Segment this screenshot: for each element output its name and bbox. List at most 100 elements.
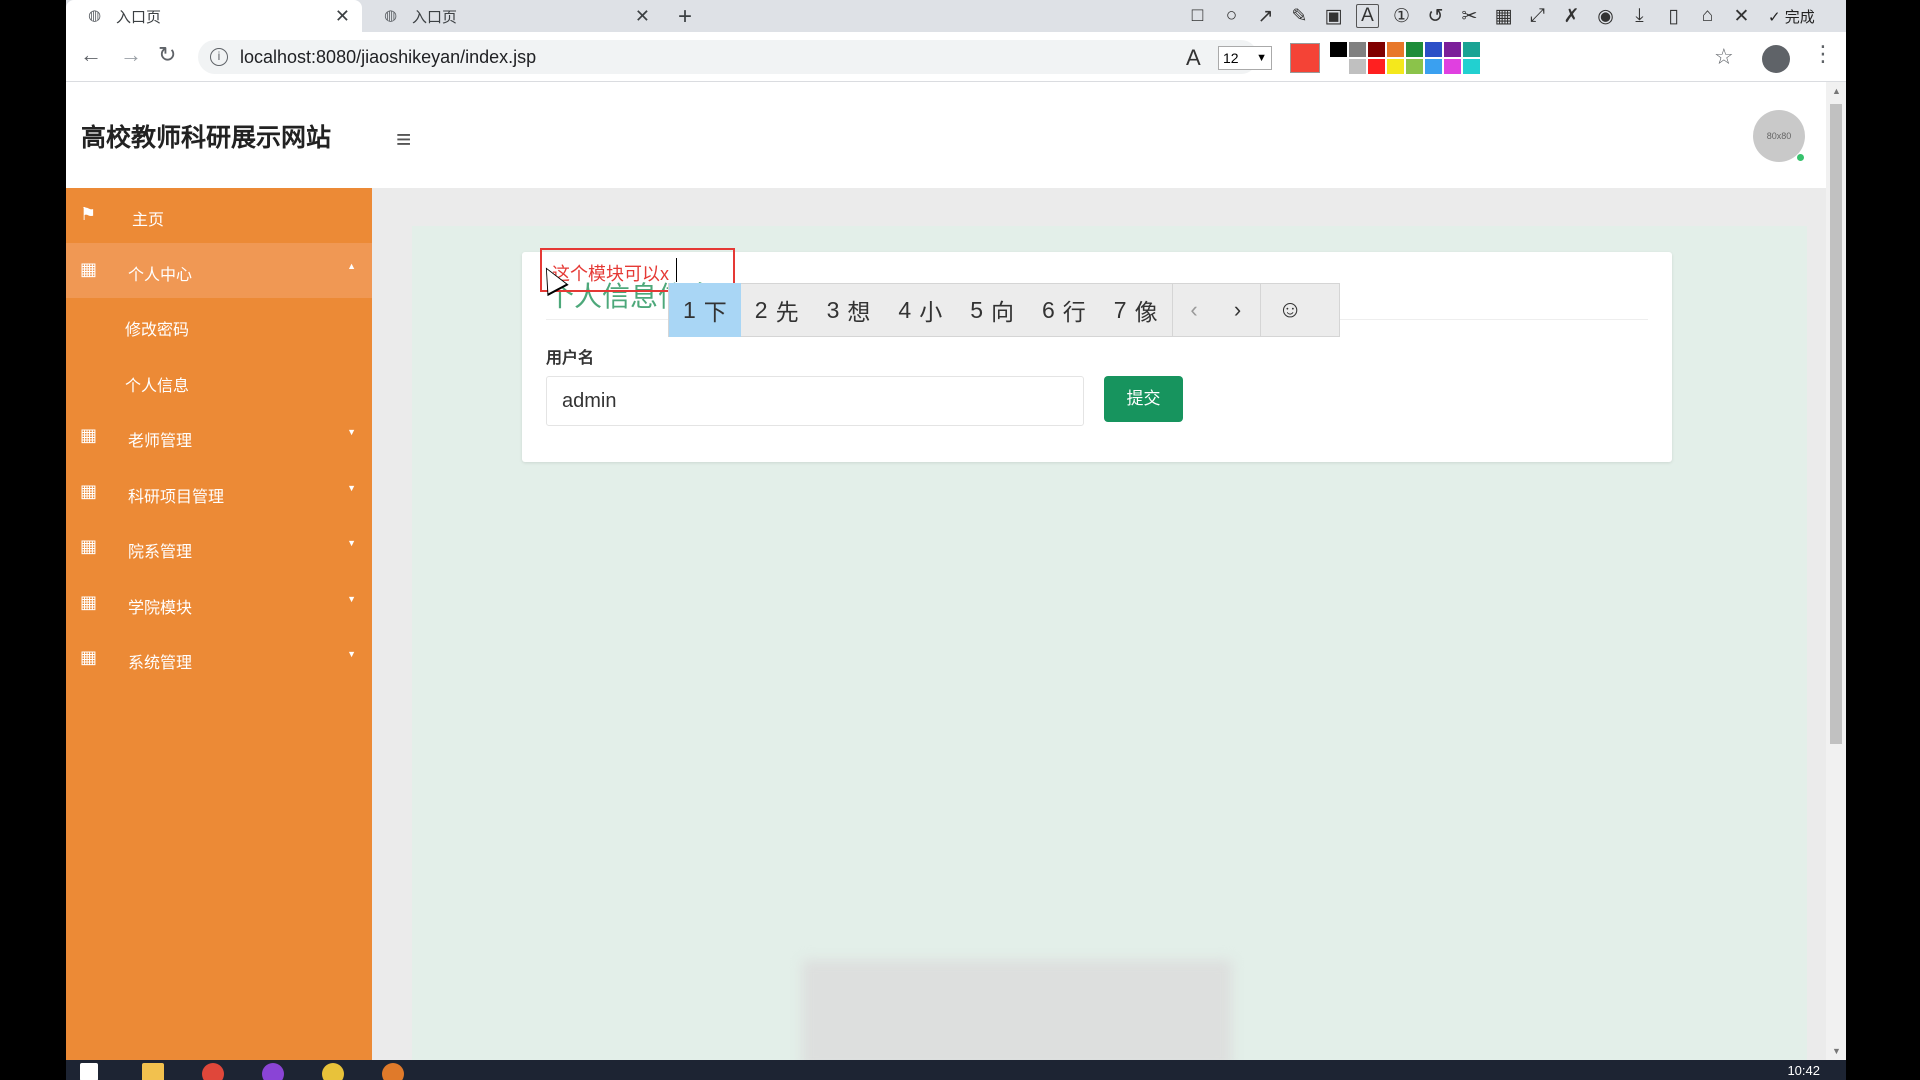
sidebar-item-personal-center[interactable]: ▦ 个人中心 ▲ bbox=[66, 243, 372, 298]
ime-candidate[interactable]: 4小 bbox=[884, 283, 956, 337]
number-tool-icon[interactable]: ① bbox=[1390, 5, 1413, 28]
new-tab-button[interactable]: + bbox=[678, 3, 692, 31]
color-swatch[interactable] bbox=[1349, 42, 1366, 57]
page-scrollbar[interactable]: ▲ ▼ bbox=[1826, 82, 1846, 1060]
pin-icon[interactable]: ✗ bbox=[1560, 5, 1583, 28]
close-icon[interactable]: ✕ bbox=[635, 6, 650, 27]
color-swatch[interactable] bbox=[1425, 59, 1442, 74]
ime-candidate[interactable]: 5向 bbox=[956, 283, 1028, 337]
app-icon[interactable] bbox=[382, 1063, 404, 1080]
save-icon[interactable]: ▯ bbox=[1662, 5, 1685, 28]
sidebar-item-college-module[interactable]: ▦ 学院模块 ▼ bbox=[66, 576, 372, 631]
ime-prev-page-icon[interactable]: ‹ bbox=[1171, 283, 1216, 337]
current-color-swatch[interactable] bbox=[1290, 43, 1320, 73]
ide-icon[interactable] bbox=[262, 1063, 284, 1080]
reload-icon[interactable]: ↻ bbox=[158, 42, 176, 68]
flag-icon: ⚑ bbox=[80, 204, 97, 224]
bookmark-icon[interactable]: ⌂ bbox=[1696, 5, 1719, 27]
site-title: 高校教师科研展示网站 bbox=[81, 124, 332, 152]
translate-icon[interactable]: ▦ bbox=[1492, 5, 1515, 28]
color-swatch[interactable] bbox=[1368, 59, 1385, 74]
forward-icon[interactable]: → bbox=[120, 42, 142, 68]
sidebar-item-department-management[interactable]: ▦ 院系管理 ▼ bbox=[66, 520, 372, 575]
globe-icon: ◍ bbox=[384, 7, 398, 24]
ime-candidate-char: 行 bbox=[1062, 299, 1086, 325]
annotation-text: 这个模块可以x bbox=[552, 264, 669, 284]
file-explorer-icon[interactable] bbox=[142, 1063, 164, 1080]
download-icon[interactable]: ⤓ bbox=[1628, 5, 1651, 27]
sidebar-subitem-change-password[interactable]: 修改密码 bbox=[125, 316, 189, 340]
tab-active[interactable]: ◍ 入口页 ✕ bbox=[66, 0, 362, 32]
ime-candidate-char: 先 bbox=[775, 299, 799, 325]
arrow-tool-icon[interactable]: ↗ bbox=[1254, 5, 1277, 28]
sidebar-item-label: 院系管理 bbox=[128, 544, 193, 561]
page-header: 高校教师科研展示网站 ≡ 80x80 bbox=[66, 82, 1826, 188]
text-tool-icon[interactable]: A bbox=[1356, 4, 1379, 28]
ime-candidate[interactable]: 3想 bbox=[813, 283, 885, 337]
sidebar-item-teacher-management[interactable]: ▦ 老师管理 ▼ bbox=[66, 409, 372, 464]
color-swatch[interactable] bbox=[1463, 59, 1480, 74]
info-icon[interactable]: i bbox=[210, 48, 228, 66]
record-icon[interactable]: ◉ bbox=[1594, 5, 1617, 28]
chrome-icon[interactable] bbox=[202, 1063, 224, 1080]
star-icon[interactable]: ☆ bbox=[1714, 44, 1734, 70]
submit-button[interactable]: 提交 bbox=[1104, 376, 1183, 422]
grid-icon: ▦ bbox=[80, 259, 98, 279]
color-swatch[interactable] bbox=[1444, 42, 1461, 57]
color-swatch[interactable] bbox=[1425, 42, 1442, 57]
back-icon[interactable]: ← bbox=[80, 42, 102, 68]
app-icon[interactable] bbox=[322, 1063, 344, 1080]
scissors-icon[interactable]: ✂ bbox=[1458, 5, 1481, 28]
ime-candidate[interactable]: 7像 bbox=[1100, 283, 1172, 337]
color-swatch[interactable] bbox=[1444, 59, 1461, 74]
ime-candidate-char: 像 bbox=[1134, 299, 1158, 325]
sidebar-subitem-personal-info[interactable]: 个人信息 bbox=[125, 372, 189, 396]
pen-tool-icon[interactable]: ✎ bbox=[1288, 5, 1311, 28]
close-icon[interactable]: ✕ bbox=[335, 6, 350, 27]
ellipse-tool-icon[interactable]: ○ bbox=[1220, 5, 1243, 27]
sidebar-item-research-project-management[interactable]: ▦ 科研项目管理 ▼ bbox=[66, 465, 372, 520]
address-bar-row: ← → ↻ i localhost:8080/jiaoshikeyan/inde… bbox=[66, 32, 1846, 82]
scroll-thumb[interactable] bbox=[1830, 104, 1842, 744]
color-swatch[interactable] bbox=[1349, 59, 1366, 74]
ime-candidate[interactable]: 6行 bbox=[1028, 283, 1100, 337]
font-size-select[interactable]: 12 ▼ bbox=[1218, 46, 1272, 70]
ime-next-page-icon[interactable]: › bbox=[1216, 283, 1260, 337]
undo-icon[interactable]: ↺ bbox=[1424, 5, 1447, 28]
color-swatch[interactable] bbox=[1406, 42, 1423, 57]
close-icon[interactable]: ✕ bbox=[1730, 5, 1753, 28]
ime-candidate-char: 向 bbox=[990, 299, 1014, 325]
ime-candidate[interactable]: 1下 bbox=[669, 283, 741, 337]
username-label: 用户名 bbox=[546, 350, 595, 367]
color-swatch[interactable] bbox=[1330, 59, 1347, 74]
ime-candidate[interactable]: 2先 bbox=[741, 283, 813, 337]
done-button[interactable]: ✓ 完成 bbox=[1768, 6, 1815, 27]
sidebar-item-home[interactable]: ⚑ 主页 bbox=[66, 188, 372, 243]
mosaic-tool-icon[interactable]: ▣ bbox=[1322, 5, 1345, 28]
sidebar-item-label: 老师管理 bbox=[128, 433, 193, 450]
windows-start-icon[interactable] bbox=[80, 1063, 98, 1080]
color-swatch[interactable] bbox=[1406, 59, 1423, 74]
color-swatch[interactable] bbox=[1368, 42, 1385, 57]
profile-icon[interactable] bbox=[1762, 45, 1790, 73]
color-swatch[interactable] bbox=[1330, 42, 1347, 57]
scroll-up-icon[interactable]: ▲ bbox=[1832, 86, 1841, 96]
grid-icon: ▦ bbox=[80, 536, 98, 556]
menu-icon[interactable]: ⋮ bbox=[1812, 41, 1834, 67]
hamburger-icon[interactable]: ≡ bbox=[396, 124, 411, 155]
expand-icon[interactable]: ⤢ bbox=[1526, 5, 1549, 27]
color-swatch[interactable] bbox=[1387, 59, 1404, 74]
online-status-dot bbox=[1796, 153, 1805, 162]
color-swatch[interactable] bbox=[1387, 42, 1404, 57]
emoji-icon[interactable]: ☺ bbox=[1259, 283, 1320, 337]
username-input[interactable]: admin bbox=[546, 376, 1084, 426]
scroll-down-icon[interactable]: ▼ bbox=[1832, 1046, 1841, 1056]
color-swatch[interactable] bbox=[1463, 42, 1480, 57]
sidebar-item-system-management[interactable]: ▦ 系统管理 ▼ bbox=[66, 631, 372, 686]
rectangle-tool-icon[interactable]: □ bbox=[1186, 5, 1209, 27]
tab-title: 入口页 bbox=[116, 8, 162, 26]
tab-inactive[interactable]: ◍ 入口页 ✕ bbox=[362, 0, 662, 32]
address-bar[interactable]: i localhost:8080/jiaoshikeyan/index.jsp bbox=[198, 40, 1258, 74]
chevron-down-icon: ▼ bbox=[347, 427, 356, 437]
tab-title: 入口页 bbox=[412, 8, 458, 26]
